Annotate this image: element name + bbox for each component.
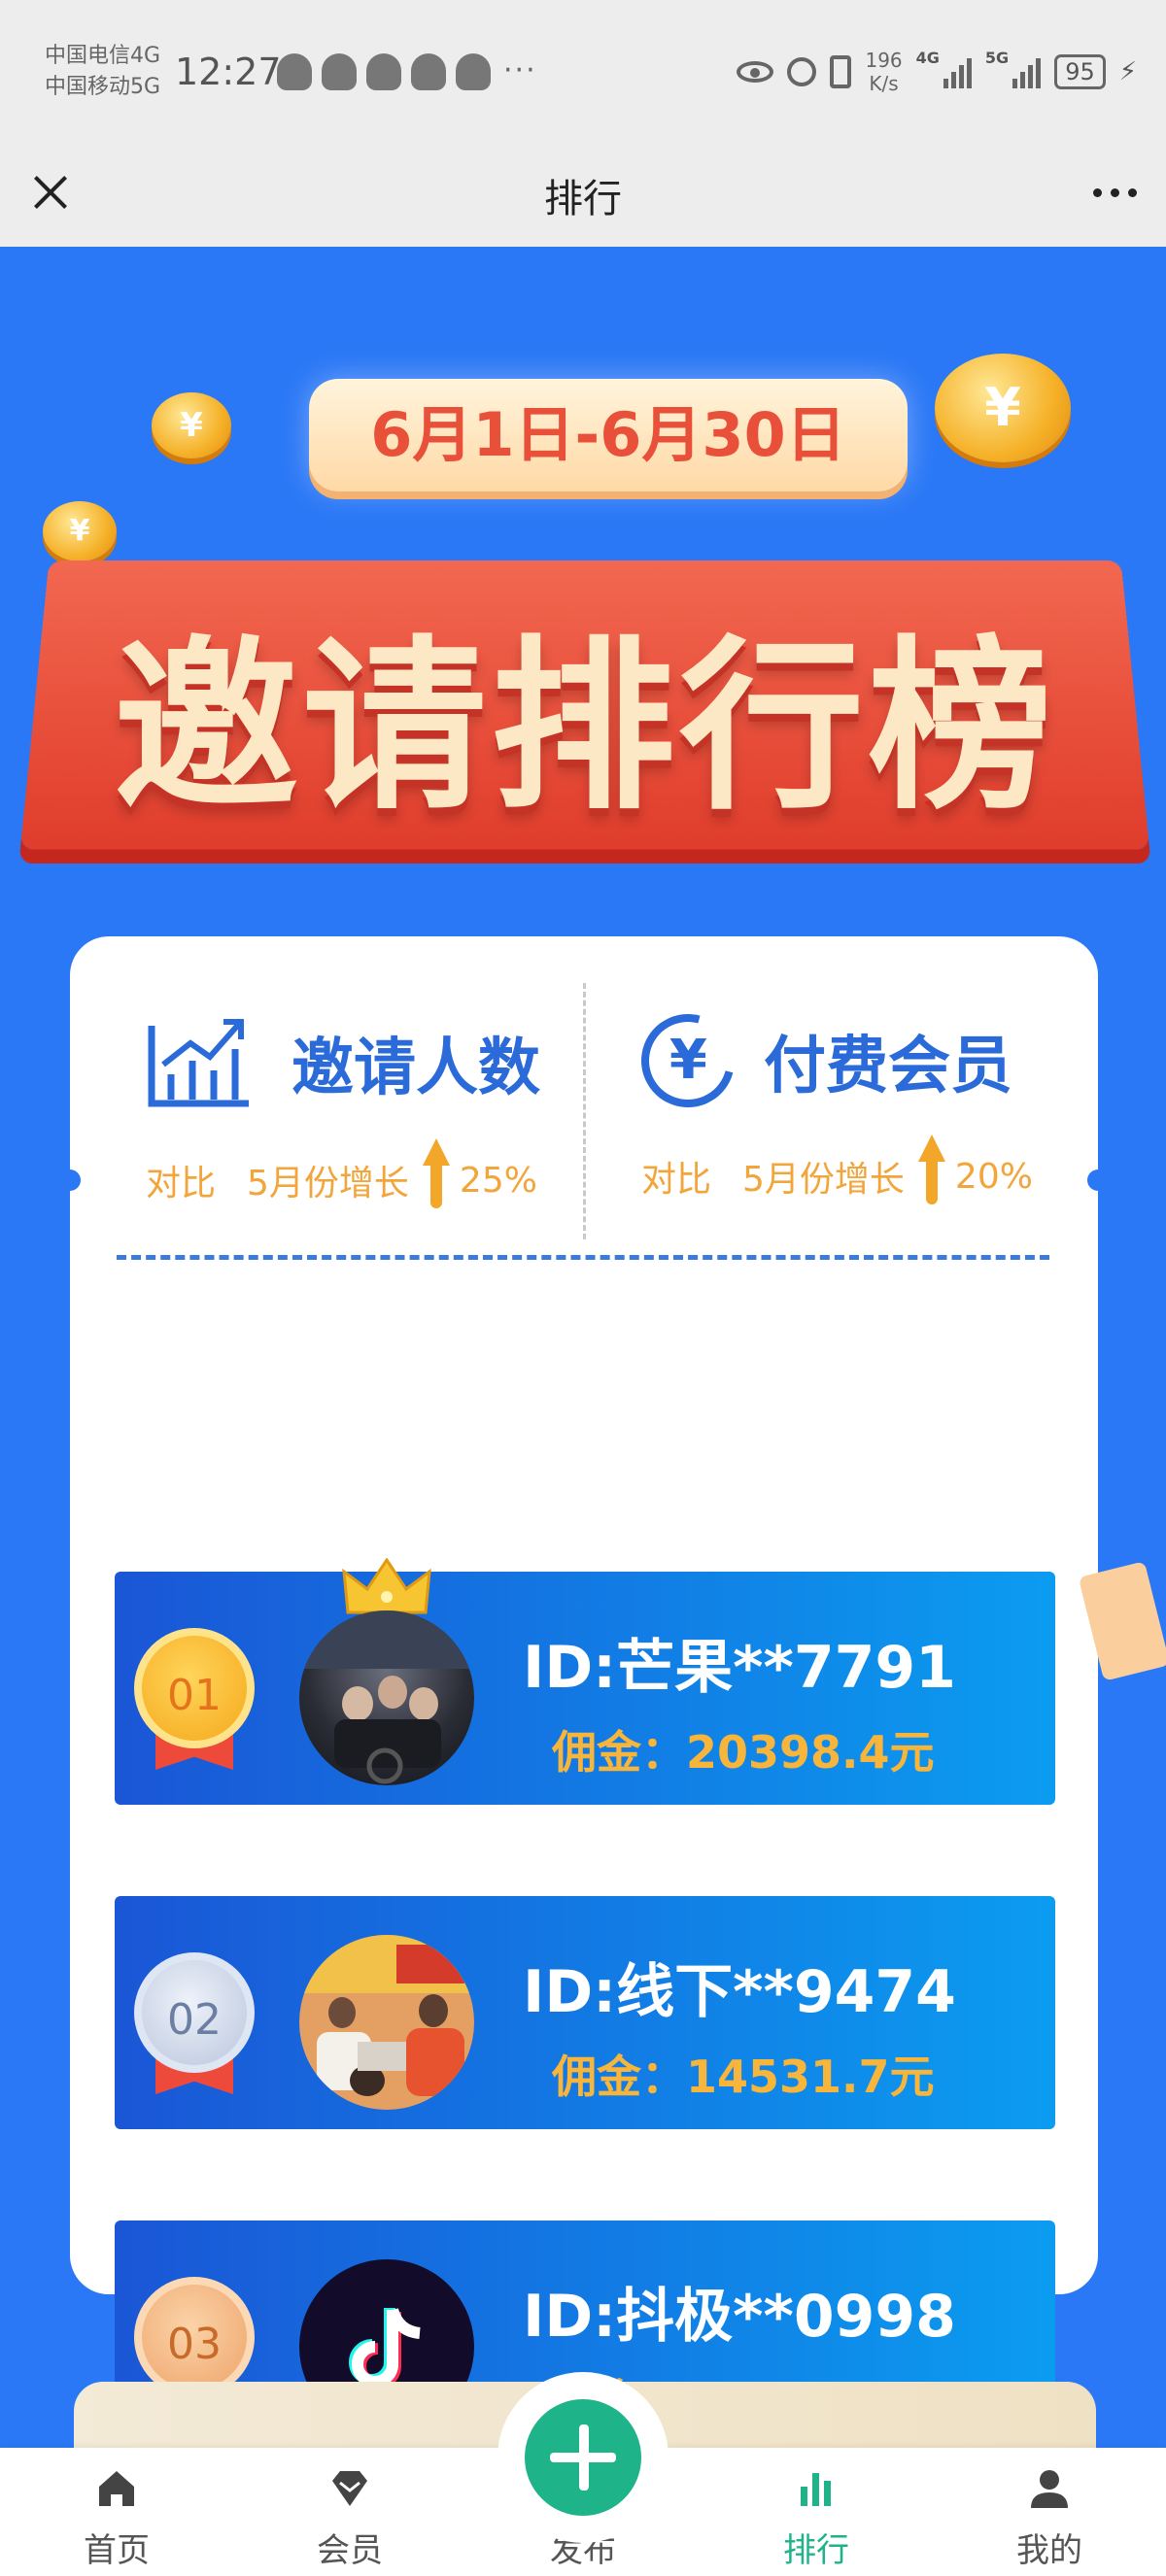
tab-home[interactable]: 首页 xyxy=(19,2448,214,2576)
carrier-1: 中国电信4G xyxy=(45,41,160,72)
commission: 佣金：14531.7元 xyxy=(552,2042,935,2106)
network-speed: 196 K/s xyxy=(865,49,902,95)
carrier-2: 中国移动5G xyxy=(45,72,160,103)
speed-unit: K/s xyxy=(865,72,902,95)
card-notch xyxy=(59,1169,81,1191)
signal-icon xyxy=(943,55,972,88)
vibrate-icon xyxy=(830,55,851,88)
arrow-up-icon xyxy=(912,1135,951,1206)
system-icons: 196 K/s 4G 5G 95 ⚡ xyxy=(737,49,1137,95)
notification-icons xyxy=(277,53,491,90)
qq-notification-icon xyxy=(366,53,401,90)
more-options-icon[interactable] xyxy=(1093,188,1137,197)
tab-member[interactable]: 会员 xyxy=(253,2448,447,2576)
silver-medal-icon: 02 xyxy=(134,1952,255,2073)
stat-invites: 邀请人数 对比 5月份增长 25% xyxy=(146,1014,632,1216)
signal-icon xyxy=(1012,55,1041,88)
net-label-2: 5G xyxy=(985,49,1009,67)
rank-number: 02 xyxy=(134,1952,255,2073)
status-bar: 中国电信4G 中国移动5G 12:27 ··· 196 K/s 4G 5G 95… xyxy=(0,0,1166,146)
commission: 佣金：20398.4元 xyxy=(552,1717,935,1781)
dashed-divider xyxy=(117,1255,1049,1260)
vertical-divider xyxy=(583,983,586,1239)
stat-title: 付费会员 xyxy=(764,1016,1012,1105)
more-notifications-icon: ··· xyxy=(503,53,537,87)
arrow-up-icon xyxy=(417,1138,456,1210)
ranking-row-1[interactable]: 01 ID:芒果**7791 佣金：20398.4元 xyxy=(115,1572,1055,1805)
member-diamond-icon xyxy=(328,2467,371,2510)
tab-ranking[interactable]: 排行 xyxy=(719,2448,913,2576)
avatar xyxy=(299,1610,474,1785)
stat-paid-members: ¥ 付费会员 对比 5月份增长 20% xyxy=(641,1014,1127,1212)
tab-label: 首页 xyxy=(19,2524,214,2571)
coin-icon: ¥ xyxy=(43,501,117,561)
charging-icon: ⚡ xyxy=(1119,57,1137,86)
user-id: ID:抖极**0998 xyxy=(523,2269,956,2354)
carrier-info: 中国电信4G 中国移动5G xyxy=(45,41,160,103)
user-id: ID:线下**9474 xyxy=(523,1945,956,2029)
compare-label: 对比 xyxy=(641,1151,711,1202)
coin-icon: ¥ xyxy=(152,392,231,458)
qq-notification-icon xyxy=(322,53,357,90)
battery-icon: 95 xyxy=(1054,54,1106,89)
home-icon xyxy=(95,2467,138,2510)
alarm-icon xyxy=(787,57,816,86)
trend-chart-icon xyxy=(146,1014,253,1111)
crown-icon xyxy=(340,1558,433,1616)
qq-notification-icon xyxy=(277,53,312,90)
bronze-medal-icon: 03 xyxy=(134,2277,255,2397)
qq-notification-icon xyxy=(411,53,446,90)
status-time: 12:27 xyxy=(175,51,282,93)
ranking-row-2[interactable]: 02 ID:线下**9474 佣金：14531.7元 xyxy=(115,1896,1055,2129)
ranking-bars-icon xyxy=(795,2467,838,2510)
speed-value: 196 xyxy=(865,49,902,72)
period-label: 5月份增长 xyxy=(742,1151,905,1202)
net-label-1: 4G xyxy=(916,49,940,67)
eye-icon xyxy=(737,61,773,83)
gold-medal-icon: 01 xyxy=(134,1628,255,1748)
date-range-badge: 6月1日-6月30日 xyxy=(309,379,908,491)
compare-label: 对比 xyxy=(146,1155,216,1205)
ranking-card: 邀请人数 对比 5月份增长 25% ¥ 付费会员 对比 5月份增长 20% 01… xyxy=(70,936,1098,2294)
tab-label: 排行 xyxy=(719,2524,913,2571)
rank-number: 01 xyxy=(134,1628,255,1748)
qq-notification-icon xyxy=(456,53,491,90)
tab-label: 会员 xyxy=(253,2524,447,2571)
stat-title: 邀请人数 xyxy=(292,1018,540,1107)
period-label: 5月份增长 xyxy=(247,1155,409,1205)
tab-mine[interactable]: 我的 xyxy=(952,2448,1147,2576)
banner-title: 邀请排行榜 xyxy=(35,577,1135,844)
tab-label: 我的 xyxy=(952,2524,1147,2571)
yuan-circle-icon: ¥ xyxy=(624,997,751,1124)
publish-plus-button[interactable] xyxy=(525,2399,641,2516)
avatar xyxy=(299,1935,474,2110)
growth-value: 25% xyxy=(460,1161,537,1201)
coin-icon: ¥ xyxy=(935,354,1071,462)
rank-number: 03 xyxy=(134,2277,255,2397)
title-bar: 排行 xyxy=(0,146,1166,248)
user-icon xyxy=(1028,2467,1071,2510)
user-id: ID:芒果**7791 xyxy=(523,1620,956,1705)
page-title: 排行 xyxy=(0,167,1166,223)
ranking-page: ¥ ¥ ¥ 6月1日-6月30日 邀请排行榜 邀请人数 对比 5月份增长 25%… xyxy=(0,247,1166,2576)
growth-value: 20% xyxy=(955,1157,1033,1197)
